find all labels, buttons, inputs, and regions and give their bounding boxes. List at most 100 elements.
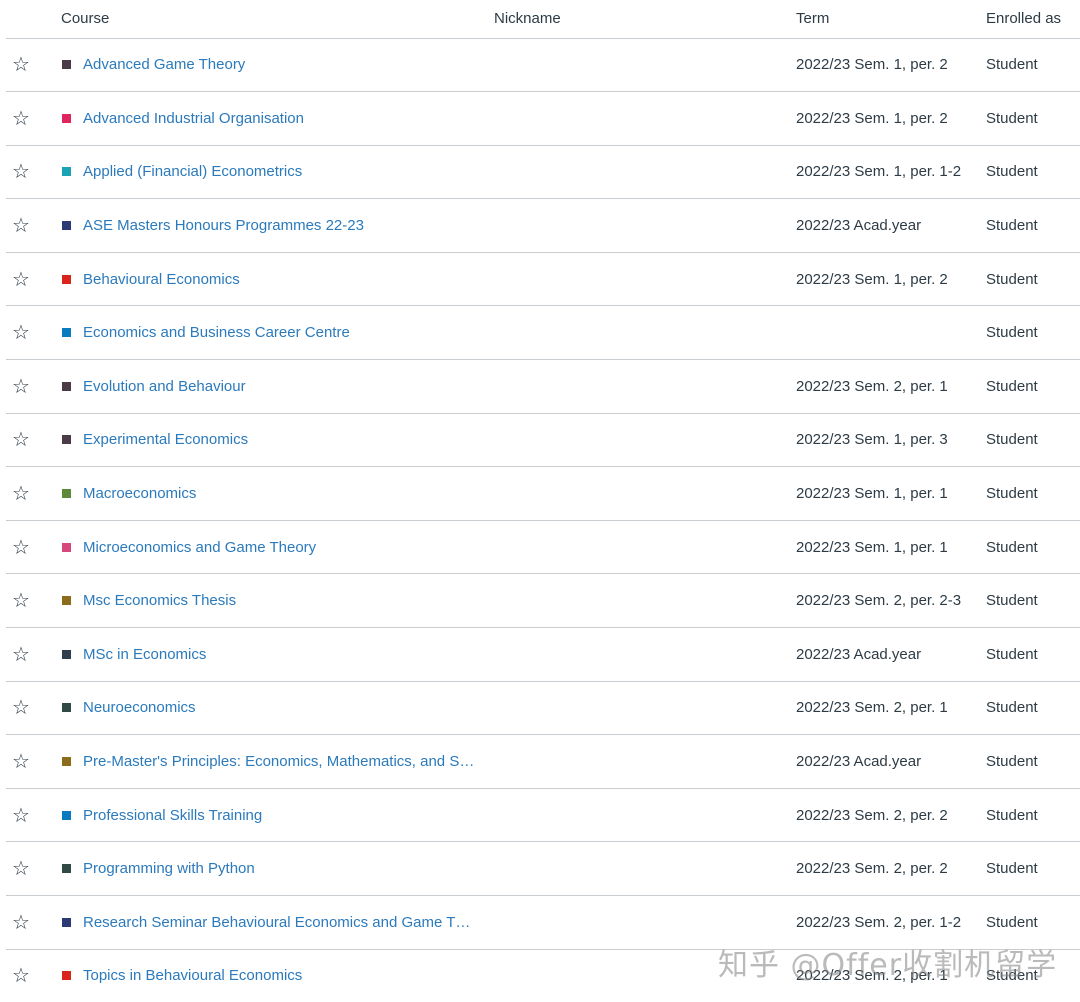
course-color-swatch [62,649,71,659]
term-cell [796,305,986,361]
course-color-swatch [62,435,71,445]
course-color-swatch [62,274,71,284]
table-row: ☆ MSc in Economics 2022/23 Acad.year Studen… [6,627,1080,682]
course-link[interactable]: Applied (Financial) Econometrics [83,163,302,180]
star-icon[interactable]: ☆ [12,590,30,610]
term-cell: 2022/23 Acad.year [796,198,986,253]
star-icon[interactable]: ☆ [12,429,30,449]
table-body: ☆ Advanced Game Theory 2022/23 Sem. 1, per… [6,38,1080,1002]
star-icon[interactable]: ☆ [12,537,30,557]
table-row: ☆ Research Seminar Behavioural Economics … [6,895,1080,950]
favorite-cell: ☆ [6,573,61,629]
table-row: ☆ Experimental Economics 2022/23 Sem. 1, p… [6,413,1080,468]
table-row: ☆ Programming with Python 2022/23 Sem. 2, … [6,841,1080,896]
course-link[interactable]: Evolution and Behaviour [83,378,246,395]
star-icon[interactable]: ☆ [12,805,30,825]
star-icon[interactable]: ☆ [12,912,30,932]
star-icon[interactable]: ☆ [12,269,30,289]
header-enrolled-as[interactable]: Enrolled as [986,0,1080,39]
term-cell: 2022/23 Sem. 2, per. 2 [796,788,986,843]
course-color-swatch [62,167,71,177]
star-icon[interactable]: ☆ [12,54,30,74]
term-cell: 2022/23 Sem. 1, per. 3 [796,413,986,468]
nickname-cell [487,466,796,521]
course-link[interactable]: Professional Skills Training [83,807,262,824]
course-link[interactable]: Research Seminar Behavioural Economics a… [83,914,475,931]
nickname-cell [487,895,796,950]
table-row: ☆ Professional Skills Training 2022/23 Sem… [6,788,1080,843]
course-cell: Experimental Economics [61,413,487,468]
nickname-cell [487,38,796,93]
course-link[interactable]: Neuroeconomics [83,699,196,716]
course-link[interactable]: Programming with Python [83,860,255,877]
nickname-cell [487,788,796,843]
enrolled-as-cell: Student [986,252,1080,307]
header-nickname[interactable]: Nickname [487,0,796,39]
table-row: ☆ Microeconomics and Game Theory 2022/23 S… [6,520,1080,575]
course-cell: Research Seminar Behavioural Economics a… [61,895,487,950]
courses-table: Course Nickname Term Enrolled as ☆ Advanc… [6,0,1080,1002]
course-color-swatch [62,757,71,767]
header-favorite [6,0,61,39]
enrolled-as-cell: Student [986,627,1080,682]
course-cell: Advanced Game Theory [61,38,487,93]
term-cell: 2022/23 Sem. 2, per. 2-3 [796,573,986,629]
course-link[interactable]: Experimental Economics [83,431,248,448]
course-color-swatch [62,971,71,981]
favorite-cell: ☆ [6,91,61,146]
star-icon[interactable]: ☆ [12,161,30,181]
star-icon[interactable]: ☆ [12,965,30,985]
header-term[interactable]: Term [796,0,986,39]
nickname-cell [487,627,796,682]
favorite-cell: ☆ [6,198,61,253]
table-row: ☆ Advanced Game Theory 2022/23 Sem. 1, per… [6,38,1080,93]
course-cell: Programming with Python [61,841,487,896]
star-icon[interactable]: ☆ [12,108,30,128]
nickname-cell [487,145,796,200]
course-link[interactable]: Advanced Game Theory [83,56,245,73]
favorite-cell: ☆ [6,305,61,361]
course-link[interactable]: Advanced Industrial Organisation [83,110,304,127]
favorite-cell: ☆ [6,895,61,950]
course-link[interactable]: Microeconomics and Game Theory [83,539,316,556]
star-icon[interactable]: ☆ [12,858,30,878]
star-icon[interactable]: ☆ [12,215,30,235]
favorite-cell: ☆ [6,38,61,93]
nickname-cell [487,520,796,575]
star-icon[interactable]: ☆ [12,751,30,771]
course-cell: Evolution and Behaviour [61,359,487,414]
favorite-cell: ☆ [6,949,61,1002]
star-icon[interactable]: ☆ [12,376,30,396]
star-icon[interactable]: ☆ [12,322,30,342]
star-icon[interactable]: ☆ [12,697,30,717]
course-link[interactable]: Economics and Business Career Centre [83,324,350,341]
enrolled-as-cell: Student [986,788,1080,843]
course-color-swatch [62,221,71,231]
table-row: ☆ Applied (Financial) Econometrics 2022/23… [6,145,1080,200]
nickname-cell [487,841,796,896]
header-course[interactable]: Course [61,0,487,39]
course-link[interactable]: ASE Masters Honours Programmes 22-23 [83,217,364,234]
course-color-swatch [62,703,71,713]
course-color-swatch [62,328,71,338]
course-link[interactable]: Behavioural Economics [83,271,240,288]
course-link[interactable]: Macroeconomics [83,485,196,502]
course-cell: Msc Economics Thesis [61,573,487,629]
course-link[interactable]: Topics in Behavioural Economics [83,967,302,984]
course-color-swatch [62,596,71,606]
course-link[interactable]: Msc Economics Thesis [83,592,236,609]
course-color-swatch [62,60,71,70]
enrolled-as-cell: Student [986,841,1080,896]
favorite-cell: ☆ [6,627,61,682]
star-icon[interactable]: ☆ [12,483,30,503]
enrolled-as-cell: Student [986,38,1080,93]
star-icon[interactable]: ☆ [12,644,30,664]
course-color-swatch [62,864,71,874]
nickname-cell [487,573,796,629]
course-cell: Pre-Master's Principles: Economics, Math… [61,734,487,789]
enrolled-as-cell: Student [986,681,1080,736]
table-row: ☆ Msc Economics Thesis 2022/23 Sem. 2, per… [6,573,1080,629]
course-link[interactable]: MSc in Economics [83,646,206,663]
course-cell: Applied (Financial) Econometrics [61,145,487,200]
course-link[interactable]: Pre-Master's Principles: Economics, Math… [83,753,475,770]
